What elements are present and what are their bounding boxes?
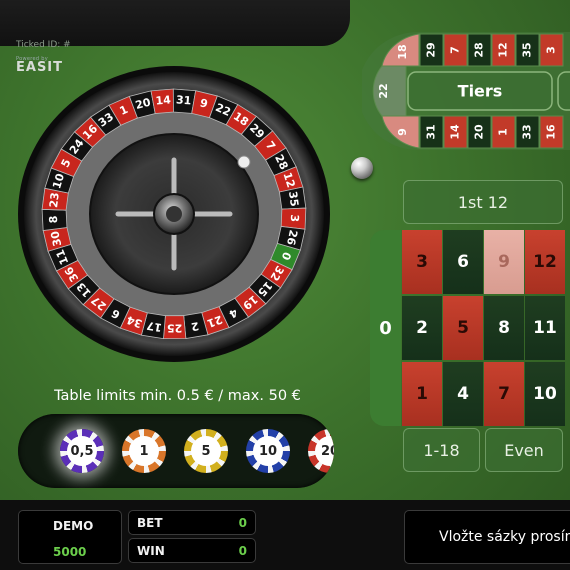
wheel-number: 35 [286, 190, 301, 207]
chip-5[interactable]: 5 [184, 429, 228, 473]
chip-value: 0,5 [67, 436, 97, 466]
racetrack-number: 1 [497, 128, 510, 136]
status-message: Vložte sázky prosím. [439, 529, 570, 545]
racetrack-number: 29 [425, 42, 438, 57]
roulette-wheel: 0 32 15 19 4 21 2 25 17 34 6 27 13 36 11 30 8 23 10 5 24 16 33… [14, 64, 334, 364]
wheel-number: 25 [167, 321, 182, 334]
number-cell-9[interactable]: 9 [484, 230, 524, 294]
bet-label: BET [137, 516, 163, 530]
wheel-number: 31 [175, 93, 191, 107]
number-cell-10[interactable]: 10 [525, 362, 565, 426]
chip-1[interactable]: 1 [122, 429, 166, 473]
chip-value: 20 [315, 436, 334, 466]
number-cell-8[interactable]: 8 [484, 296, 524, 360]
orphelins-bet-area[interactable] [557, 71, 570, 111]
demo-label: DEMO [53, 519, 94, 533]
roulette-ball-icon [351, 157, 373, 179]
wheel-graphic: 0321519421225173462713361130823105241633… [18, 66, 330, 362]
racetrack-number: 16 [545, 124, 558, 140]
chip-value: 10 [253, 436, 283, 466]
number-cell-6[interactable]: 6 [443, 230, 483, 294]
number-cell-4[interactable]: 4 [443, 362, 483, 426]
chip-0-5[interactable]: 0,5 [60, 429, 104, 473]
racetrack-number: 20 [473, 124, 486, 140]
racetrack-number: 7 [449, 46, 462, 54]
number-cell-3[interactable]: 3 [402, 230, 442, 294]
number-cell-2[interactable]: 2 [402, 296, 442, 360]
wheel-number: 14 [155, 93, 172, 107]
message-panel: Vložte sázky prosím. [404, 510, 570, 564]
racetrack-number: 33 [521, 124, 534, 139]
chip-value: 5 [191, 436, 221, 466]
number-cell-12[interactable]: 12 [525, 230, 565, 294]
wheel-number: 23 [47, 192, 62, 209]
dozen-1st-12[interactable]: 1st 12 [403, 180, 563, 224]
racetrack-number: 28 [473, 42, 486, 57]
number-cell-11[interactable]: 11 [525, 296, 565, 360]
balance-panel: DEMO 5000 [18, 510, 122, 564]
racetrack-number: 12 [497, 42, 510, 57]
bet-panel: BET 0 [128, 510, 256, 535]
ticket-id: Ticked ID: # [16, 40, 71, 50]
bet-1-18[interactable]: 1-18 [403, 428, 480, 472]
racetrack-number: 9 [396, 128, 409, 136]
number-cell-5[interactable]: 5 [443, 296, 483, 360]
chip-tray: 0,5 1 5 10 20 [18, 414, 334, 488]
bet-even[interactable]: Even [485, 428, 563, 472]
wheel-number: 8 [47, 215, 60, 223]
racetrack-number: 22 [377, 83, 390, 98]
win-label: WIN [137, 544, 165, 558]
win-value: 0 [238, 544, 247, 558]
number-cell-7[interactable]: 7 [484, 362, 524, 426]
racetrack-number: 18 [396, 44, 409, 59]
racetrack-number: 14 [449, 124, 462, 140]
tiers-label: Tiers [458, 82, 503, 101]
bet-value: 0 [238, 516, 247, 530]
racetrack-number: 35 [521, 42, 534, 57]
chip-20[interactable]: 20 [308, 429, 334, 473]
table-limits: Table limits min. 0.5 € / max. 50 € [54, 388, 301, 404]
wheel-number: 17 [146, 319, 163, 334]
number-cell-0[interactable]: 0 [370, 230, 401, 426]
chip-10[interactable]: 10 [246, 429, 290, 473]
number-cell-1[interactable]: 1 [402, 362, 442, 426]
wheel-number: 3 [288, 214, 301, 222]
demo-balance: 5000 [53, 545, 87, 559]
racetrack-graphic: 29 7 28 12 35 3 31 14 20 1 33 16 18 9 22 Tiers [362, 32, 570, 150]
status-bar: DEMO 5000 BET 0 WIN 0 Vložte sázky prosí… [0, 500, 570, 570]
win-panel: WIN 0 [128, 538, 256, 563]
chip-value: 1 [129, 436, 159, 466]
racetrack-number: 3 [545, 46, 558, 54]
racetrack[interactable]: 29 7 28 12 35 3 31 14 20 1 33 16 18 9 22 Tiers [362, 32, 570, 150]
racetrack-number: 31 [425, 124, 438, 139]
